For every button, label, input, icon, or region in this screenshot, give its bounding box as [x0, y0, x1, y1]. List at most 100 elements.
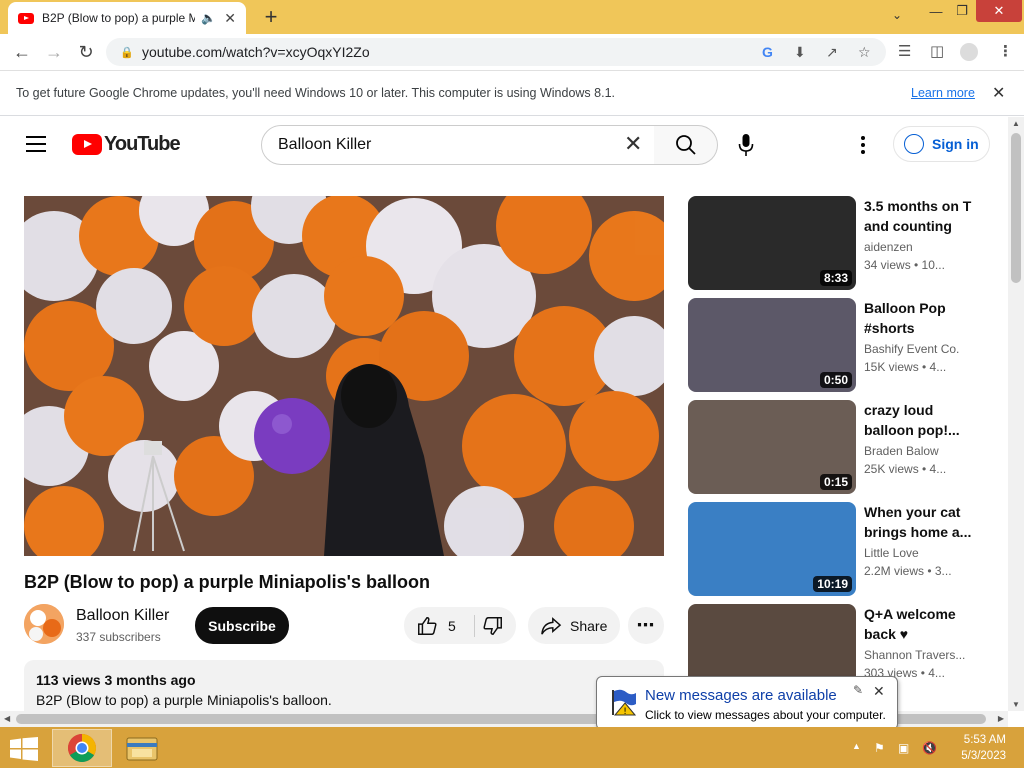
folder-icon [126, 737, 158, 761]
recommendation-item[interactable]: 10:19 When your cat brings home a... Littl… [688, 502, 988, 596]
chrome-menu-icon[interactable]: ⋮ [998, 42, 1013, 60]
window-close-button[interactable]: ✕ [976, 0, 1022, 22]
settings-kebab-icon[interactable] [855, 133, 871, 157]
scroll-right-icon[interactable]: ▶ [998, 714, 1004, 723]
recommendation-channel[interactable]: Little Love [864, 546, 974, 560]
subscribe-button[interactable]: Subscribe [195, 607, 289, 644]
action-center-tray-icon[interactable]: ⚑ [874, 741, 885, 755]
guide-menu-icon[interactable] [26, 136, 46, 152]
scroll-up-icon[interactable]: ▲ [1012, 119, 1020, 128]
share-page-icon[interactable]: ↗ [826, 44, 838, 61]
reload-button[interactable]: ↻ [74, 40, 98, 64]
video-duration-badge: 0:15 [819, 474, 852, 490]
video-duration-badge: 8:33 [819, 270, 852, 286]
tab-search-chevron-icon[interactable]: ⌄ [892, 8, 902, 22]
close-tab-icon[interactable]: ✕ [224, 10, 236, 27]
microphone-icon [738, 134, 754, 156]
thumbs-up-icon [418, 616, 437, 635]
video-duration-badge: 0:50 [819, 372, 852, 388]
browser-tab[interactable]: B2P (Blow to pop) a purple M 🔈 ✕ [8, 2, 246, 34]
update-infobar: To get future Google Chrome updates, you… [0, 72, 1024, 116]
search-icon [675, 135, 696, 155]
vertical-scrollbar[interactable]: ▲ ▼ [1008, 117, 1024, 711]
system-clock[interactable]: 5:53 AM 5/3/2023 [946, 732, 1006, 764]
share-arrow-icon [541, 616, 562, 635]
recommendation-title[interactable]: When your cat brings home a... [864, 502, 972, 542]
svg-text:!: ! [623, 707, 627, 717]
show-hidden-icons-chevron-icon[interactable]: ▲ [852, 741, 861, 751]
description-text: B2P (Blow to pop) a purple Miniapolis's … [36, 692, 332, 708]
dislike-button[interactable] [482, 615, 504, 640]
scrollbar-thumb[interactable] [1011, 133, 1021, 283]
recommendation-title[interactable]: Balloon Pop #shorts [864, 298, 972, 338]
notification-title: New messages are available [645, 687, 837, 704]
video-player[interactable] [24, 196, 664, 556]
recommendation-meta: 34 views • 10... [864, 258, 945, 272]
channel-avatar[interactable] [24, 604, 64, 644]
recommendation-channel[interactable]: Braden Balow [864, 444, 974, 458]
voice-search-button[interactable] [732, 127, 760, 163]
recommendation-title[interactable]: 3.5 months on T and counting [864, 196, 972, 236]
recommendation-item[interactable]: 0:50 Balloon Pop #shorts Bashify Event Co.… [688, 298, 988, 392]
share-button[interactable]: Share [528, 607, 620, 644]
windows-start-icon[interactable] [10, 737, 38, 761]
recommendation-thumbnail[interactable]: 0:15 [688, 400, 856, 494]
title-bar: B2P (Blow to pop) a purple M 🔈 ✕ + ⌄ — ❐… [0, 0, 1024, 34]
new-tab-button[interactable]: + [258, 4, 284, 30]
bookmark-star-icon[interactable]: ☆ [858, 44, 871, 61]
sign-in-button[interactable]: Sign in [893, 126, 990, 162]
restore-button[interactable]: ❐ [946, 0, 978, 22]
action-center-flag-icon: ! [612, 689, 637, 717]
like-button[interactable]: 5 [404, 607, 516, 644]
forward-button[interactable]: → [42, 40, 66, 64]
learn-more-link[interactable]: Learn more [911, 86, 975, 100]
clock-date: 5/3/2023 [961, 750, 1006, 762]
youtube-logo[interactable]: YouTube [72, 133, 181, 156]
scroll-down-icon[interactable]: ▼ [1012, 700, 1020, 709]
recommendation-title[interactable]: crazy loud balloon pop!... [864, 400, 972, 440]
account-icon [904, 134, 924, 154]
back-button[interactable]: ← [10, 40, 34, 64]
scroll-left-icon[interactable]: ◀ [4, 714, 10, 723]
recommendation-meta: 25K views • 4... [864, 462, 947, 476]
notification-balloon[interactable]: ! New messages are available Click to vi… [596, 676, 898, 730]
more-actions-button[interactable]: ⋯ [628, 607, 664, 644]
volume-muted-icon[interactable]: 🔇 [922, 741, 937, 755]
recommendation-channel[interactable]: Shannon Travers... [864, 648, 974, 662]
recommendation-thumbnail[interactable]: 0:50 [688, 298, 856, 392]
profile-avatar-icon[interactable] [960, 43, 978, 61]
clear-search-icon[interactable]: ✕ [624, 133, 642, 155]
browser-toolbar: ← → ↻ 🔒 youtube.com/watch?v=xcyOqxYI2Zo … [0, 34, 1024, 71]
channel-name[interactable]: Balloon Killer [76, 607, 169, 625]
infobar-message: To get future Google Chrome updates, you… [16, 86, 615, 100]
windows-taskbar: ▲ ⚑ ▣ 🔇 5:53 AM 5/3/2023 [0, 727, 1024, 768]
views-and-date: 113 views 3 months ago [36, 672, 196, 688]
recommendation-item[interactable]: 8:33 3.5 months on T and counting aidenzen… [688, 196, 988, 290]
install-app-icon[interactable]: ⬇ [794, 44, 806, 61]
search-button[interactable] [654, 125, 718, 165]
search-query: Balloon Killer [278, 136, 372, 153]
recommendation-thumbnail[interactable]: 10:19 [688, 502, 856, 596]
taskbar-chrome-button[interactable] [52, 729, 112, 767]
network-icon[interactable]: ▣ [898, 741, 909, 755]
recommendation-thumbnail[interactable]: 8:33 [688, 196, 856, 290]
video-frame-image [24, 196, 664, 556]
audio-playing-icon[interactable]: 🔈 [201, 11, 216, 25]
infobar-close-icon[interactable]: ✕ [992, 83, 1005, 103]
recommendation-meta: 15K views • 4... [864, 360, 947, 374]
notification-close-icon[interactable]: ✕ [873, 683, 885, 700]
url-text: youtube.com/watch?v=xcyOqxYI2Zo [142, 44, 370, 60]
search-input[interactable]: Balloon Killer [261, 125, 655, 165]
video-duration-badge: 10:19 [813, 576, 852, 592]
recommendation-channel[interactable]: aidenzen [864, 240, 974, 254]
lock-icon[interactable]: 🔒 [120, 46, 134, 59]
recommendation-title[interactable]: Q+A welcome back ♥ [864, 604, 972, 644]
media-control-icon[interactable]: ☰ [898, 42, 911, 60]
recommendation-channel[interactable]: Bashify Event Co. [864, 342, 974, 356]
taskbar-file-explorer-button[interactable] [112, 729, 172, 767]
side-panel-icon[interactable]: ◫ [930, 42, 944, 60]
recommendation-item[interactable]: 0:15 crazy loud balloon pop!... Braden Bal… [688, 400, 988, 494]
google-lens-icon[interactable]: G [762, 44, 773, 60]
subscriber-count: 337 subscribers [76, 630, 161, 644]
pin-icon[interactable]: ✎ [853, 683, 863, 697]
